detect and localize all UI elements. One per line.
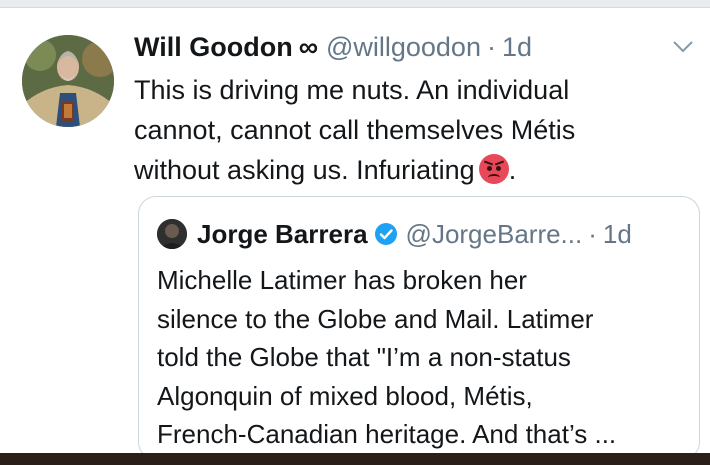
author-handle[interactable]: @willgoodon — [326, 32, 481, 63]
tweet-text-end: . — [508, 155, 517, 185]
separator-dot: · — [486, 32, 496, 62]
quoted-author-handle[interactable]: @JorgeBarre... — [406, 219, 583, 250]
quoted-text-line: Michelle Latimer has broken her — [157, 265, 527, 295]
tweet-text-line: This is driving me nuts. An individual — [134, 75, 570, 105]
tweet-text: This is driving me nuts. An individual c… — [134, 70, 694, 190]
infinity-icon: ∞ — [298, 32, 318, 62]
tweet[interactable]: Will Goodon ∞ @willgoodon · 1d This is d… — [0, 8, 710, 460]
bottom-bar — [0, 453, 710, 465]
tweet-header: Will Goodon ∞ @willgoodon · 1d — [134, 32, 532, 68]
separator-dot: · — [588, 218, 597, 249]
quoted-text-line: silence to the Globe and Mail. Latimer — [157, 303, 594, 334]
verified-badge-icon — [374, 223, 397, 245]
quoted-tweet-text: Michelle Latimer has broken her silence … — [157, 261, 687, 454]
chevron-down-icon[interactable] — [672, 40, 694, 54]
tweet-text-segment: without asking us. Infuriating — [134, 155, 475, 185]
tweet-timestamp[interactable]: 1d — [502, 32, 532, 63]
quoted-author-name[interactable]: Jorge Barrera — [197, 219, 368, 250]
tweet-text-line: without asking us. Infuriating. — [134, 150, 694, 190]
quoted-text-line: told the Globe that "I’m a non-status — [157, 342, 571, 372]
author-name[interactable]: Will Goodon — [134, 32, 293, 63]
quoted-tweet-header: Jorge Barrera @JorgeBarre... · 1d — [157, 217, 632, 251]
tweet-text-line: cannot, cannot call themselves Métis — [134, 115, 576, 145]
quoted-tweet[interactable]: Jorge Barrera @JorgeBarre... · 1d Michel… — [138, 196, 700, 460]
top-divider — [0, 0, 710, 8]
quoted-tweet-timestamp[interactable]: 1d — [603, 219, 632, 250]
author-avatar[interactable] — [22, 35, 114, 127]
quoted-text-line: French-Canadian heritage. And that’s ... — [157, 419, 617, 449]
angry-face-icon — [478, 154, 509, 184]
avatar-photo — [22, 35, 114, 127]
quoted-text-line: Algonquin of mixed blood, Métis, — [157, 380, 533, 411]
quoted-author-avatar[interactable] — [157, 219, 187, 249]
